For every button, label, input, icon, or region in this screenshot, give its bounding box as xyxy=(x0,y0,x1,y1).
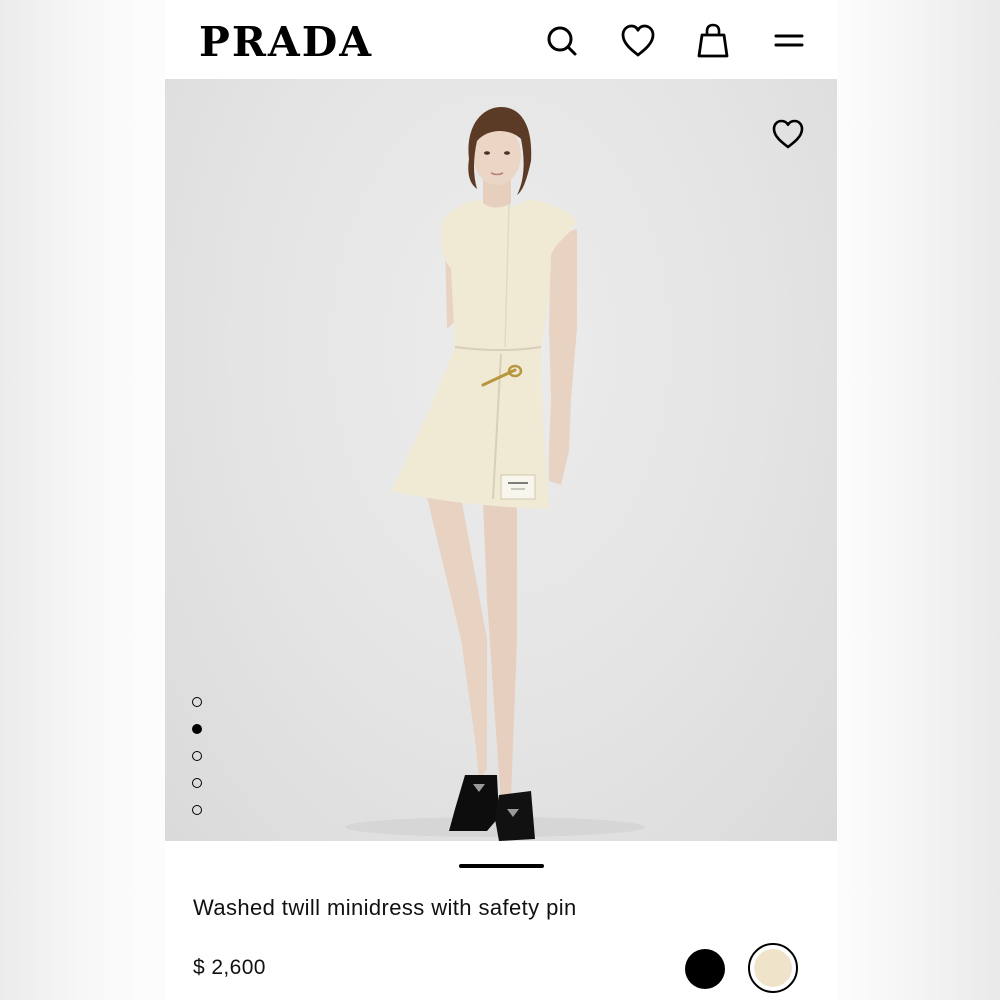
heart-icon xyxy=(772,119,804,149)
gallery-dot[interactable] xyxy=(192,805,202,815)
mobile-page: PRADA Washed twill minidress with safety… xyxy=(165,0,837,1000)
product-price: $ 2,600 xyxy=(193,956,266,979)
gallery-dot[interactable] xyxy=(192,751,202,761)
site-header: PRADA xyxy=(165,0,837,79)
heart-icon xyxy=(621,24,655,57)
product-photo xyxy=(345,107,645,841)
search-button[interactable] xyxy=(543,22,581,60)
menu-icon xyxy=(774,34,804,47)
bottom-sheet-handle[interactable] xyxy=(459,864,544,868)
gallery-dot[interactable] xyxy=(192,724,202,734)
brand-logo[interactable]: PRADA xyxy=(199,16,373,68)
product-title: Washed twill minidress with safety pin xyxy=(193,895,577,920)
wishlist-button[interactable] xyxy=(619,22,657,60)
color-swatch-cream[interactable] xyxy=(748,943,798,993)
add-to-wishlist-button[interactable] xyxy=(771,117,805,151)
menu-button[interactable] xyxy=(770,22,808,60)
search-icon xyxy=(547,26,577,56)
product-image-gallery[interactable] xyxy=(165,79,837,841)
shopping-bag-icon xyxy=(697,23,729,58)
color-swatch-black[interactable] xyxy=(685,949,725,989)
gallery-dot[interactable] xyxy=(192,697,202,707)
gallery-dot[interactable] xyxy=(192,778,202,788)
cart-button[interactable] xyxy=(694,22,732,60)
color-swatch-fill xyxy=(754,949,792,987)
